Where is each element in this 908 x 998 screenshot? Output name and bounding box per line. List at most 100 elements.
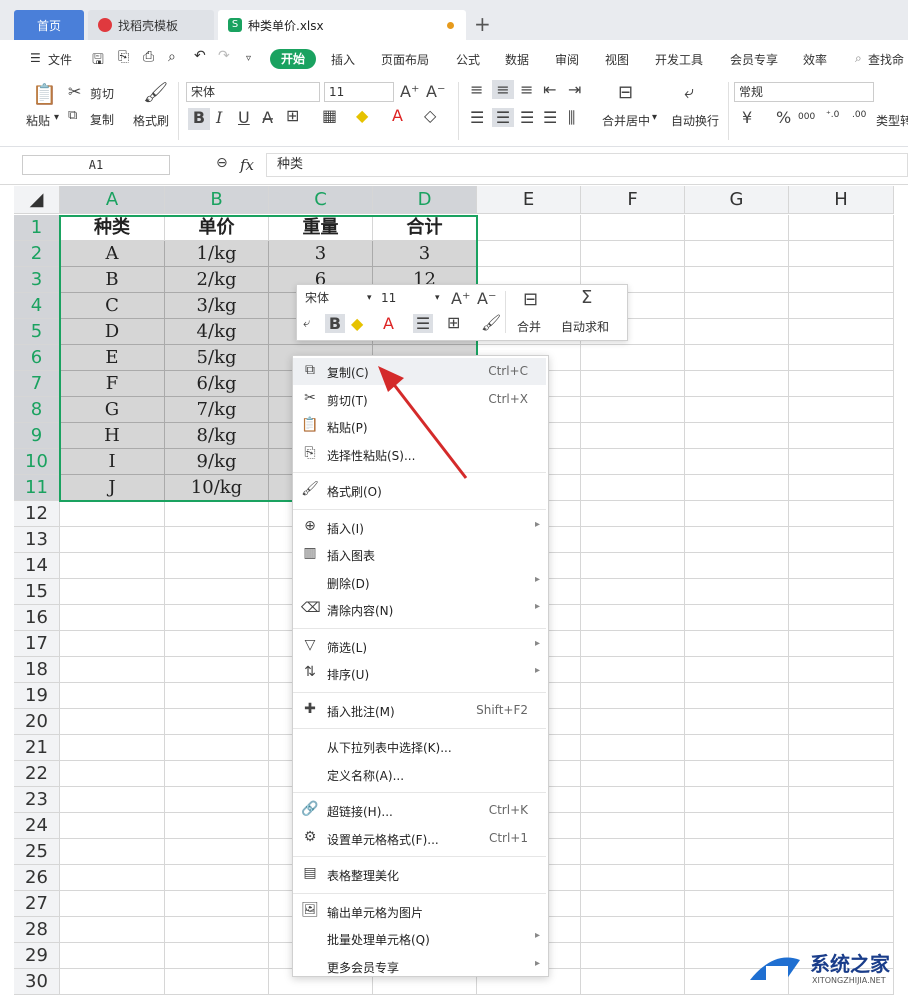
grid-cell[interactable]	[789, 605, 894, 631]
menu-hamburger-icon[interactable]: ☰	[30, 51, 41, 65]
row-header[interactable]: 19	[14, 683, 60, 709]
grid-cell[interactable]	[789, 579, 894, 605]
fill-style-icon[interactable]: ▦	[322, 106, 337, 125]
row-header[interactable]: 16	[14, 605, 60, 631]
row-header[interactable]: 26	[14, 865, 60, 891]
grid-cell[interactable]	[581, 345, 685, 371]
fx-icon[interactable]: fx	[240, 156, 254, 174]
row-header[interactable]: 1	[14, 215, 60, 241]
mini-merge-icon[interactable]: ⊟	[523, 289, 538, 310]
row-header[interactable]: 18	[14, 657, 60, 683]
grid-cell[interactable]	[60, 501, 165, 527]
mini-autosum-button[interactable]: 自动求和	[561, 318, 609, 335]
menu-review[interactable]: 审阅	[555, 51, 579, 68]
menu-start[interactable]: 开始	[270, 49, 316, 69]
grid-cell[interactable]	[789, 345, 894, 371]
row-header[interactable]: 12	[14, 501, 60, 527]
grid-cell[interactable]	[60, 761, 165, 787]
grid-cell[interactable]	[685, 215, 789, 241]
grid-cell[interactable]	[789, 501, 894, 527]
grid-cell[interactable]	[581, 241, 685, 267]
grid-cell[interactable]	[685, 371, 789, 397]
column-header-b[interactable]: B	[165, 186, 269, 214]
italic-icon[interactable]: I	[216, 108, 222, 127]
grid-cell[interactable]	[581, 501, 685, 527]
row-header[interactable]: 6	[14, 345, 60, 371]
search-icon[interactable]: ⌕	[855, 51, 862, 66]
grid-cell[interactable]	[165, 969, 269, 995]
grid-cell[interactable]	[789, 813, 894, 839]
menu-file[interactable]: 文件	[48, 51, 72, 68]
grid-cell[interactable]	[685, 579, 789, 605]
scissors-icon[interactable]: ✂	[68, 82, 81, 101]
grid-cell[interactable]	[685, 449, 789, 475]
merge-center-button[interactable]: 合并居中	[602, 112, 650, 129]
grid-cell[interactable]	[685, 761, 789, 787]
number-format-select[interactable]: 常规	[734, 82, 874, 102]
menu-developer[interactable]: 开发工具	[655, 51, 703, 68]
quick-access-more-icon[interactable]: ▿	[246, 53, 251, 64]
grid-cell[interactable]	[685, 241, 789, 267]
increase-decimal-icon[interactable]: ⁺.0	[826, 110, 839, 120]
distributed-align-icon[interactable]: ⫼	[568, 108, 575, 128]
grid-cell[interactable]	[581, 631, 685, 657]
mini-wrap-icon[interactable]: ⤶	[303, 316, 310, 331]
grid-cell[interactable]	[581, 917, 685, 943]
menu-item-filter[interactable]: ▽ 筛选(L) ▸	[293, 633, 546, 660]
grid-cell[interactable]	[789, 865, 894, 891]
grid-cell[interactable]	[581, 943, 685, 969]
column-header-c[interactable]: C	[269, 186, 373, 214]
grid-cell[interactable]	[60, 839, 165, 865]
row-header[interactable]: 22	[14, 761, 60, 787]
grid-cell[interactable]	[789, 735, 894, 761]
grid-cell[interactable]	[60, 917, 165, 943]
row-header[interactable]: 11	[14, 475, 60, 501]
copy-icon[interactable]: ⧉	[68, 108, 77, 123]
align-top-icon[interactable]: ≡	[470, 80, 483, 99]
row-header[interactable]: 10	[14, 449, 60, 475]
grid-cell[interactable]	[165, 709, 269, 735]
decrease-decimal-icon[interactable]: .00	[852, 110, 866, 120]
menu-item-define-name[interactable]: 定义名称(A)...	[293, 761, 546, 788]
grid-cell[interactable]	[60, 865, 165, 891]
mini-merge-button[interactable]: 合并	[517, 318, 541, 335]
grid-cell[interactable]	[685, 839, 789, 865]
grid-cell[interactable]	[60, 813, 165, 839]
mini-sigma-icon[interactable]: Σ	[581, 287, 592, 308]
format-painter-button[interactable]: 格式刷	[133, 112, 169, 129]
grid-cell[interactable]	[581, 553, 685, 579]
merge-dropdown-icon[interactable]: ▾	[652, 112, 657, 123]
grid-cell[interactable]	[789, 397, 894, 423]
strikethrough-icon[interactable]: A̶	[262, 108, 273, 127]
menu-item-clear-contents[interactable]: ⌫ 清除内容(N) ▸	[293, 596, 546, 623]
menu-search[interactable]: 查找命	[868, 51, 904, 68]
grid-cell[interactable]	[581, 527, 685, 553]
mini-increase-font-icon[interactable]: A⁺	[451, 289, 470, 308]
grid-cell[interactable]	[685, 293, 789, 319]
border-icon[interactable]: ⊞	[286, 106, 299, 125]
grid-cell[interactable]	[685, 787, 789, 813]
row-header[interactable]: 9	[14, 423, 60, 449]
grid-cell[interactable]	[60, 579, 165, 605]
grid-cell[interactable]	[165, 943, 269, 969]
menu-page-layout[interactable]: 页面布局	[381, 51, 429, 68]
decrease-font-icon[interactable]: A⁻	[426, 82, 445, 101]
column-header-f[interactable]: F	[581, 186, 685, 214]
grid-cell[interactable]	[685, 397, 789, 423]
grid-cell[interactable]	[789, 709, 894, 735]
column-header-e[interactable]: E	[477, 186, 581, 214]
grid-cell[interactable]	[165, 579, 269, 605]
grid-cell[interactable]	[581, 839, 685, 865]
grid-cell[interactable]	[789, 423, 894, 449]
grid-cell[interactable]	[581, 813, 685, 839]
indent-increase-icon[interactable]: ⇥	[568, 80, 581, 99]
grid-cell[interactable]	[60, 657, 165, 683]
grid-cell[interactable]	[165, 631, 269, 657]
menu-efficiency[interactable]: 效率	[803, 51, 827, 68]
grid-cell[interactable]	[685, 735, 789, 761]
mini-font-dropdown-icon[interactable]: ▾	[367, 293, 372, 303]
grid-cell[interactable]	[60, 553, 165, 579]
menu-data[interactable]: 数据	[505, 51, 529, 68]
wrap-text-icon[interactable]: ⤶	[684, 82, 694, 103]
mini-font-select[interactable]: 宋体	[301, 289, 375, 309]
